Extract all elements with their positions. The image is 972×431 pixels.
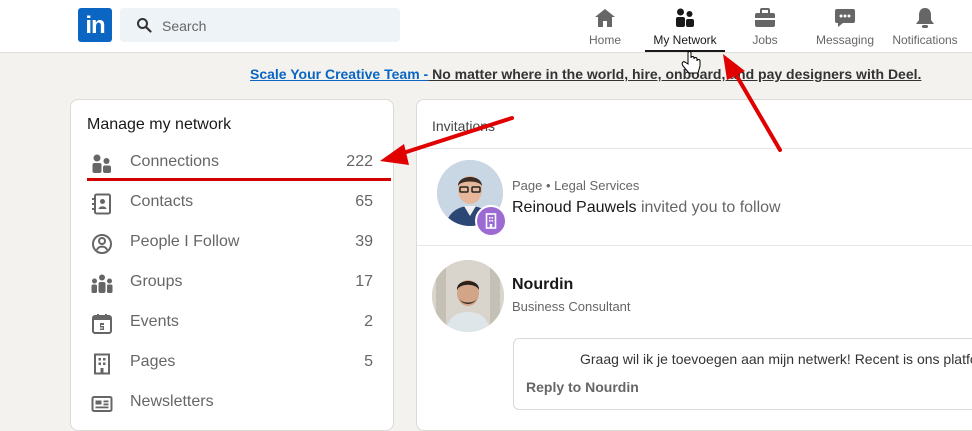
contacts-icon bbox=[92, 193, 111, 215]
network-item-count: 2 bbox=[364, 313, 373, 330]
nav-notifications[interactable]: Notifications bbox=[890, 0, 960, 52]
search-icon bbox=[137, 18, 152, 33]
person-photo-icon bbox=[432, 260, 504, 332]
inviter-name[interactable]: Nourdin bbox=[512, 276, 573, 294]
network-item-label: Contacts bbox=[130, 193, 194, 210]
invitations-title[interactable]: Invitations bbox=[432, 118, 495, 134]
divider bbox=[417, 148, 972, 149]
network-item-count: 17 bbox=[355, 273, 373, 290]
newsletters-icon bbox=[91, 396, 113, 412]
nav-notifications-label: Notifications bbox=[892, 33, 958, 47]
home-icon bbox=[595, 9, 615, 27]
invitation-text: Reinoud Pauwels invited you to follow bbox=[512, 199, 781, 217]
network-item-count: 65 bbox=[355, 193, 373, 210]
network-item-newsletters[interactable]: Newsletters bbox=[71, 383, 393, 423]
promo-link[interactable]: Scale Your Creative Team - bbox=[250, 66, 428, 82]
nav-home[interactable]: Home bbox=[585, 0, 625, 52]
network-item-label: Connections bbox=[130, 153, 219, 170]
network-item-connections[interactable]: Connections 222 bbox=[71, 143, 393, 183]
search-input[interactable] bbox=[160, 8, 394, 44]
inviter-name[interactable]: Reinoud Pauwels bbox=[512, 199, 637, 216]
promo-banner: Scale Your Creative Team - No matter whe… bbox=[250, 66, 921, 82]
promo-text[interactable]: No matter where in the world, hire, onbo… bbox=[428, 66, 921, 82]
network-item-count: 39 bbox=[355, 233, 373, 250]
invitations-card: Invitations Page • Legal Services Reinou… bbox=[416, 99, 972, 431]
events-icon bbox=[92, 314, 112, 334]
nav-jobs[interactable]: Jobs bbox=[745, 0, 785, 52]
network-item-label: People I Follow bbox=[130, 233, 240, 250]
top-nav-bar: in Home My Network Jobs bbox=[0, 0, 972, 53]
network-item-pages[interactable]: Pages 5 bbox=[71, 343, 393, 383]
network-item-label: Groups bbox=[130, 273, 183, 290]
network-item-label: Events bbox=[130, 313, 179, 330]
network-item-label: Newsletters bbox=[130, 393, 214, 410]
nav-jobs-label: Jobs bbox=[752, 33, 778, 47]
network-item-people-follow[interactable]: People I Follow 39 bbox=[71, 223, 393, 263]
network-item-count: 5 bbox=[364, 353, 373, 370]
messaging-icon bbox=[835, 9, 855, 27]
manage-network-card: Manage my network Connections 222 Contac… bbox=[70, 99, 394, 431]
network-item-events[interactable]: Events 2 bbox=[71, 303, 393, 343]
connections-icon bbox=[92, 154, 111, 173]
search-box[interactable] bbox=[120, 8, 400, 44]
nav-my-network[interactable]: My Network bbox=[645, 0, 725, 52]
nav-my-network-label: My Network bbox=[653, 33, 717, 47]
network-item-count: 222 bbox=[346, 153, 373, 170]
inviter-headline: Business Consultant bbox=[512, 299, 631, 314]
network-icon bbox=[676, 8, 694, 27]
invitation-action: invited you to follow bbox=[636, 199, 781, 216]
reply-button[interactable]: Reply to Nourdin bbox=[526, 379, 639, 395]
network-item-label: Pages bbox=[130, 353, 176, 370]
building-icon bbox=[485, 213, 497, 229]
nav-home-label: Home bbox=[588, 33, 621, 47]
avatar-nourdin[interactable] bbox=[432, 260, 504, 332]
bell-icon bbox=[916, 8, 934, 28]
people-follow-icon bbox=[92, 234, 112, 254]
nav-messaging-label: Messaging bbox=[815, 33, 875, 47]
invitation-message-box: Graag wil ik je toevoegen aan mijn netwe… bbox=[513, 338, 972, 410]
groups-icon bbox=[91, 274, 113, 293]
pages-icon bbox=[94, 353, 110, 375]
network-item-groups[interactable]: Groups 17 bbox=[71, 263, 393, 303]
linkedin-logo[interactable]: in bbox=[78, 8, 112, 42]
network-item-contacts[interactable]: Contacts 65 bbox=[71, 183, 393, 223]
invitation-meta: Page • Legal Services bbox=[512, 178, 640, 193]
nav-messaging[interactable]: Messaging bbox=[814, 0, 876, 52]
invitation-message: Graag wil ik je toevoegen aan mijn netwe… bbox=[580, 351, 972, 367]
page-badge bbox=[475, 205, 507, 237]
divider bbox=[417, 245, 972, 246]
annotation-underline bbox=[87, 178, 391, 181]
briefcase-icon bbox=[755, 8, 775, 27]
manage-network-title: Manage my network bbox=[87, 116, 232, 133]
